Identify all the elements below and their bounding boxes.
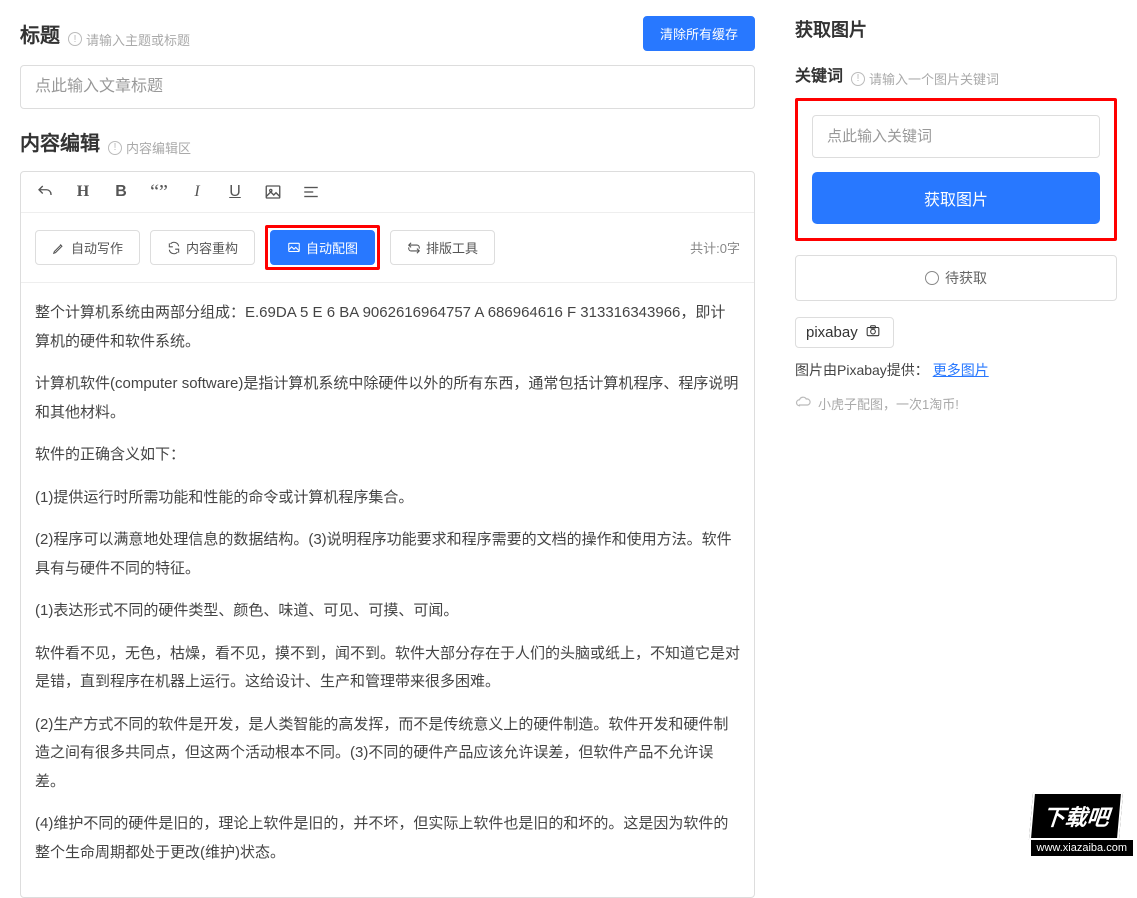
- more-images-link[interactable]: 更多图片: [933, 362, 989, 378]
- auto-image-highlight: 自动配图: [265, 225, 380, 270]
- content-area[interactable]: 整个计算机系统由两部分组成：E.69DA 5 E 6 BA 9062616964…: [21, 283, 754, 897]
- paragraph: (1)提供运行时所需功能和性能的命令或计算机程序集合。: [35, 484, 740, 513]
- clear-cache-button[interactable]: 清除所有缓存: [643, 16, 755, 51]
- word-count: 共计:0字: [690, 238, 740, 257]
- action-toolbar: 自动写作 内容重构 自动配图 排版工具 共计:0字: [21, 213, 754, 283]
- content-edit-label: 内容编辑: [20, 127, 100, 156]
- title-header: 标题 ! 请输入主题或标题 清除所有缓存: [20, 16, 755, 51]
- sidebar-panel: 获取图片 关键词 ! 请输入一个图片关键词 获取图片 待获取 pixabay 图…: [775, 0, 1137, 860]
- undo-icon[interactable]: [35, 182, 55, 202]
- watermark: 下载吧 www.xiazaiba.com: [1031, 792, 1133, 856]
- italic-icon[interactable]: I: [187, 182, 207, 202]
- format-toolbar: H B “” I U: [21, 172, 754, 213]
- camera-icon: [863, 324, 883, 341]
- image-credit: 图片由Pixabay提供： 更多图片: [795, 360, 1117, 380]
- keyword-input[interactable]: [812, 115, 1100, 158]
- content-edit-hint: ! 内容编辑区: [108, 138, 191, 157]
- title-label: 标题: [20, 19, 60, 48]
- heading-icon[interactable]: H: [73, 182, 93, 202]
- paragraph: 计算机软件(computer software)是指计算机系统中除硬件以外的所有…: [35, 370, 740, 427]
- auto-write-button[interactable]: 自动写作: [35, 230, 140, 265]
- quote-icon[interactable]: “”: [149, 182, 169, 202]
- info-icon: !: [68, 32, 82, 46]
- get-image-title: 获取图片: [795, 16, 1117, 42]
- align-icon[interactable]: [301, 182, 321, 202]
- circle-icon: [925, 271, 939, 285]
- watermark-text: 下载吧: [1028, 792, 1122, 840]
- image-icon[interactable]: [263, 182, 283, 202]
- paragraph: 整个计算机系统由两部分组成：E.69DA 5 E 6 BA 9062616964…: [35, 299, 740, 356]
- paragraph: (1)表达形式不同的硬件类型、颜色、味道、可见、可摸、可闻。: [35, 597, 740, 626]
- title-input[interactable]: [20, 65, 755, 109]
- keyword-hint: ! 请输入一个图片关键词: [851, 69, 999, 88]
- watermark-url: www.xiazaiba.com: [1031, 840, 1133, 856]
- auto-image-button[interactable]: 自动配图: [270, 230, 375, 265]
- pixabay-badge: pixabay: [795, 317, 894, 348]
- paragraph: 软件的正确含义如下：: [35, 441, 740, 470]
- info-icon: !: [851, 72, 865, 86]
- main-panel: 标题 ! 请输入主题或标题 清除所有缓存 内容编辑 ! 内容编辑区: [0, 0, 775, 860]
- paragraph: (2)生产方式不同的软件是开发，是人类智能的高发挥，而不是传统意义上的硬件制造。…: [35, 711, 740, 797]
- info-icon: !: [108, 141, 122, 155]
- pending-status: 待获取: [795, 255, 1117, 301]
- editor-box: H B “” I U 自动写作 内容重构: [20, 171, 755, 898]
- get-image-button[interactable]: 获取图片: [812, 172, 1100, 224]
- title-hint: ! 请输入主题或标题: [68, 30, 190, 49]
- keyword-label: 关键词: [795, 62, 843, 86]
- paragraph: 软件看不见，无色，枯燥，看不见，摸不到，闻不到。软件大部分存在于人们的头脑或纸上…: [35, 640, 740, 697]
- bold-icon[interactable]: B: [111, 182, 131, 202]
- paragraph: (4)维护不同的硬件是旧的，理论上软件是旧的，并不坏，但实际上软件也是旧的和坏的…: [35, 810, 740, 867]
- keyword-highlight-box: 获取图片: [795, 98, 1117, 241]
- footer-note: 小虎子配图，一次1淘币!: [795, 394, 1117, 413]
- content-edit-header: 内容编辑 ! 内容编辑区: [20, 127, 755, 157]
- content-restructure-button[interactable]: 内容重构: [150, 230, 255, 265]
- underline-icon[interactable]: U: [225, 182, 245, 202]
- layout-tool-button[interactable]: 排版工具: [390, 230, 495, 265]
- paragraph: (2)程序可以满意地处理信息的数据结构。(3)说明程序功能要求和程序需要的文档的…: [35, 526, 740, 583]
- cloud-icon: [795, 396, 813, 411]
